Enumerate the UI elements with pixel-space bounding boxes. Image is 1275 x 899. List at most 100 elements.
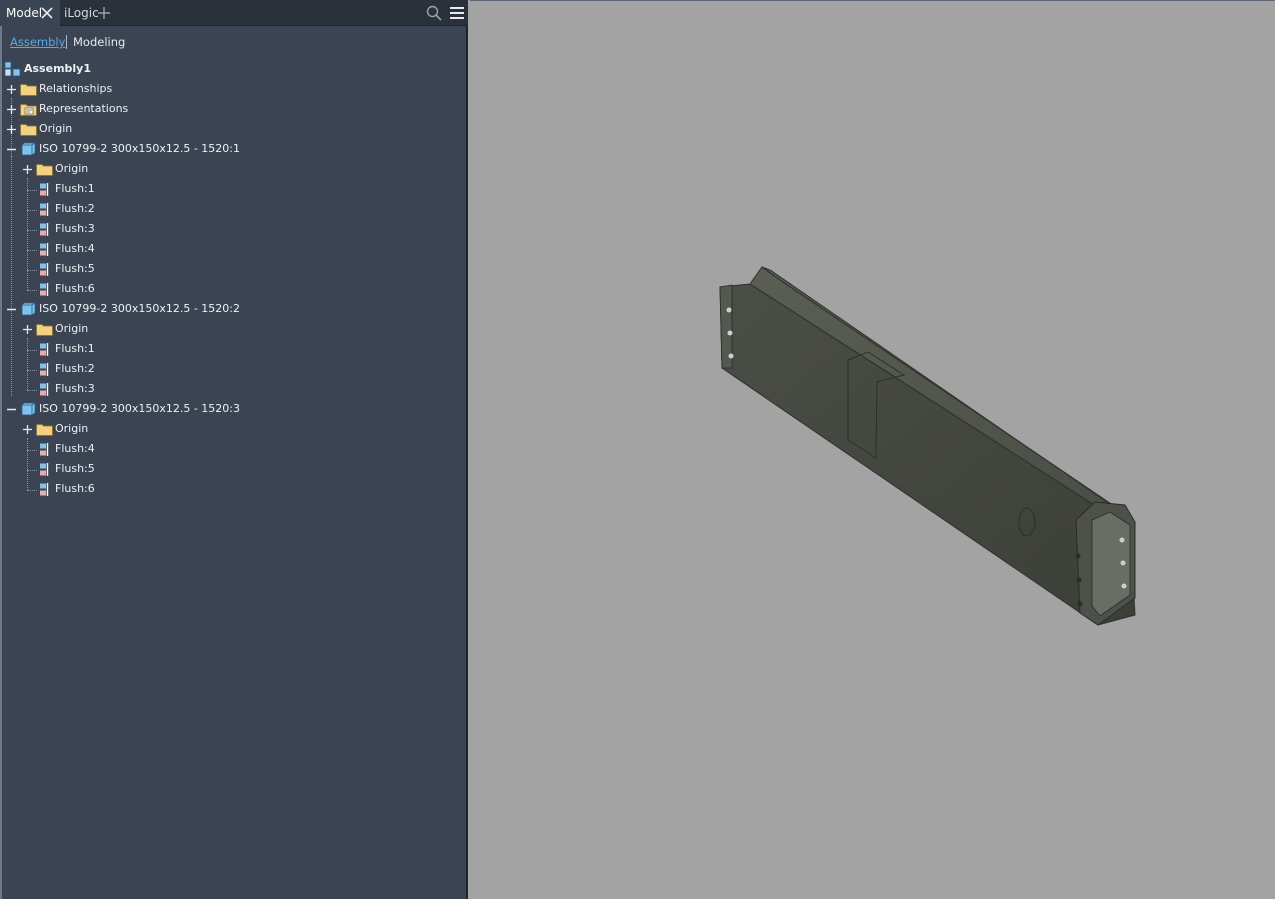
collapse-icon[interactable]	[7, 305, 16, 314]
browser-tab-bar: Model iLogic	[0, 0, 468, 26]
tree-node-label: Origin	[55, 422, 89, 435]
flush-constraint-icon	[40, 203, 49, 216]
tree-node-origin[interactable]: Origin	[0, 120, 200, 138]
assembly-view-link[interactable]: Assembly	[10, 35, 65, 49]
model-browser-panel: Model iLogic Assembly Modeling Assembly1…	[0, 0, 468, 899]
tree-node-label: Origin	[55, 322, 89, 335]
bolt-hole	[1119, 537, 1125, 543]
part-icon	[21, 402, 36, 416]
tree-node-label: ISO 10799-2 300x150x12.5 - 1520:3	[39, 402, 241, 415]
bolt-hole	[1077, 601, 1083, 607]
flush-constraint-icon	[40, 383, 49, 396]
tree-node-label: Flush:3	[55, 382, 95, 395]
tree-node-assembly1[interactable]: Assembly1	[0, 60, 200, 78]
tree-node-relationships[interactable]: Relationships	[0, 80, 200, 98]
tree-node-part[interactable]: ISO 10799-2 300x150x12.5 - 1520:1	[0, 140, 260, 158]
tree-node-label: ISO 10799-2 300x150x12.5 - 1520:2	[39, 302, 241, 315]
assembly-icon	[4, 61, 21, 77]
tree-node-label: Origin	[55, 162, 89, 175]
folder-icon	[36, 324, 53, 336]
tree-node-label: Flush:2	[55, 202, 95, 215]
flush-constraint-icon	[40, 463, 49, 476]
bolt-hole	[726, 307, 732, 313]
expand-icon[interactable]	[7, 125, 16, 134]
tree-node-label: Flush:5	[55, 462, 95, 475]
folder-icon	[20, 84, 37, 96]
folder-icon	[20, 124, 37, 136]
tree-node-constraint[interactable]: Flush:3	[0, 380, 200, 398]
tree-node-label: Flush:2	[55, 362, 95, 375]
flush-constraint-icon	[40, 243, 49, 256]
tree-node-label: Flush:1	[55, 342, 95, 355]
graphics-viewport[interactable]	[470, 0, 1275, 899]
hamburger-menu-icon[interactable]	[449, 5, 465, 21]
bolt-hole	[1076, 577, 1082, 583]
expand-icon[interactable]	[7, 105, 16, 114]
part-icon	[21, 302, 36, 316]
tree-node-constraint[interactable]: Flush:1	[0, 340, 200, 358]
tree-node-constraint[interactable]: Flush:3	[0, 220, 200, 238]
expand-icon[interactable]	[23, 165, 32, 174]
tree-node-label: Flush:4	[55, 242, 95, 255]
tree-node-label: Flush:4	[55, 442, 95, 455]
folder-icon	[36, 164, 53, 176]
tree-node-label: Flush:6	[55, 282, 95, 295]
modeling-view-link[interactable]: Modeling	[73, 35, 125, 49]
tree-node-label: Flush:6	[55, 482, 95, 495]
plus-icon[interactable]	[97, 6, 111, 20]
search-icon[interactable]	[426, 5, 442, 21]
tree-node-origin[interactable]: Origin	[0, 160, 200, 178]
flush-constraint-icon	[40, 223, 49, 236]
bolt-hole	[728, 353, 734, 359]
representations-folder-icon	[20, 104, 37, 116]
tree-node-part[interactable]: ISO 10799-2 300x150x12.5 - 1520:3	[0, 400, 260, 418]
tree-node-origin[interactable]: Origin	[0, 420, 200, 438]
close-icon[interactable]	[40, 6, 54, 20]
expand-icon[interactable]	[7, 85, 16, 94]
tree-node-constraint[interactable]: Flush:5	[0, 460, 200, 478]
tree-node-part[interactable]: ISO 10799-2 300x150x12.5 - 1520:2	[0, 300, 260, 318]
tree-node-label: Assembly1	[24, 62, 91, 75]
flush-constraint-icon	[40, 263, 49, 276]
bolt-hole	[1075, 553, 1081, 559]
tree-node-label: Relationships	[39, 82, 113, 95]
tree-node-constraint[interactable]: Flush:4	[0, 440, 200, 458]
part-icon	[21, 142, 36, 156]
expand-icon[interactable]	[23, 325, 32, 334]
tree-node-constraint[interactable]: Flush:2	[0, 360, 200, 378]
tree-node-constraint[interactable]: Flush:6	[0, 480, 200, 498]
tree-node-constraint[interactable]: Flush:5	[0, 260, 200, 278]
tree-node-origin[interactable]: Origin	[0, 320, 200, 338]
tree-node-label: Representations	[39, 102, 129, 115]
tree-node-representations[interactable]: Representations	[0, 100, 200, 118]
beam-side-face	[719, 283, 1136, 626]
bolt-hole	[1121, 583, 1127, 589]
view-switch-divider	[66, 35, 67, 49]
folder-icon	[36, 424, 53, 436]
collapse-icon[interactable]	[7, 145, 16, 154]
tab-model-label: Model	[6, 6, 43, 20]
flush-constraint-icon	[40, 443, 49, 456]
flush-constraint-icon	[40, 183, 49, 196]
flush-constraint-icon	[40, 363, 49, 376]
tab-ilogic[interactable]: iLogic	[64, 0, 99, 26]
bolt-hole	[1120, 560, 1126, 566]
bolt-hole	[727, 330, 733, 336]
tree-node-label: Flush:1	[55, 182, 95, 195]
flush-constraint-icon	[40, 343, 49, 356]
tab-ilogic-label: iLogic	[64, 6, 99, 20]
tree-node-constraint[interactable]: Flush:6	[0, 280, 200, 298]
flush-constraint-icon	[40, 283, 49, 296]
tree-node-constraint[interactable]: Flush:2	[0, 200, 200, 218]
model-tree: Assembly1 Relationships Representations	[0, 60, 466, 510]
tree-node-label: Origin	[39, 122, 73, 135]
tree-node-label: ISO 10799-2 300x150x12.5 - 1520:1	[39, 142, 241, 155]
tree-node-label: Flush:5	[55, 262, 95, 275]
expand-icon[interactable]	[23, 425, 32, 434]
collapse-icon[interactable]	[7, 405, 16, 414]
tree-node-constraint[interactable]: Flush:1	[0, 180, 200, 198]
flush-constraint-icon	[40, 483, 49, 496]
tree-node-label: Flush:3	[55, 222, 95, 235]
assembly-3d-model[interactable]	[470, 0, 1275, 899]
tree-node-constraint[interactable]: Flush:4	[0, 240, 200, 258]
